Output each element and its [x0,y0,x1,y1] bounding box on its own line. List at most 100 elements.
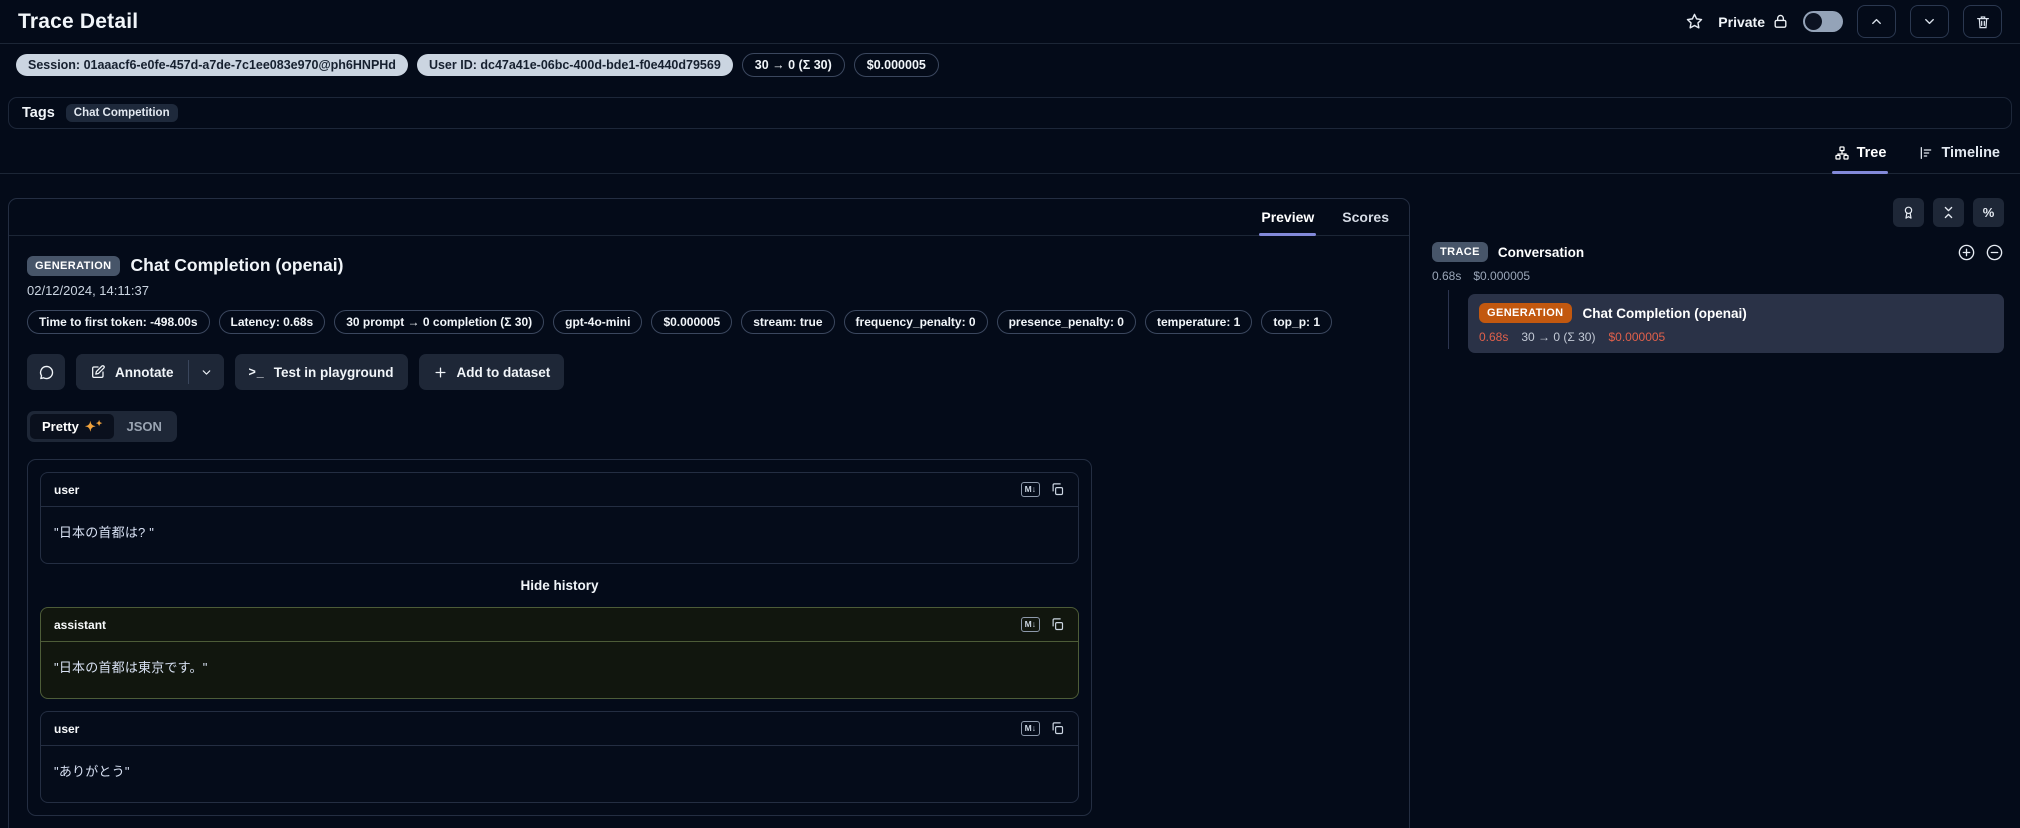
scores-award-button[interactable] [1893,198,1924,227]
generation-cost: $0.000005 [1608,330,1666,344]
timeline-icon [1918,145,1934,161]
observation-panel: Preview Scores GENERATION Chat Completio… [8,198,1410,828]
trace-meta-row: Session: 01aaacf6-e0fe-457d-a7de-7c1ee08… [0,44,2020,85]
chevron-down-icon [1922,14,1937,29]
markdown-toggle-icon[interactable]: M↓ [1020,617,1040,632]
tags-label: Tags [22,105,55,121]
content-area: Preview Scores GENERATION Chat Completio… [0,174,2020,828]
prev-trace-button[interactable] [1857,5,1896,38]
lock-icon [1772,13,1789,30]
tree-toolbar: % [1432,198,2004,227]
add-to-dataset-label: Add to dataset [456,364,551,380]
playground-button[interactable]: >_ Test in playground [234,354,408,390]
ttft-badge: Time to first token: -498.00s [27,310,210,334]
page-title: Trace Detail [18,9,139,33]
tab-scores[interactable]: Scores [1340,199,1391,235]
tab-timeline-label: Timeline [1941,145,2000,161]
markdown-toggle-icon[interactable]: M↓ [1020,721,1040,736]
token-usage-badge: 30 → 0 (Σ 30) [741,53,845,77]
format-toggle: Pretty ✦✦ JSON [27,411,177,442]
trace-latency: 0.68s [1432,269,1462,283]
collapse-minus-icon[interactable] [1985,243,2004,262]
chevron-down-icon [200,366,213,379]
show-metrics-percent-button[interactable]: % [1973,198,2004,227]
generation-node-selected[interactable]: GENERATION Chat Completion (openai) 0.68… [1468,294,2004,353]
terminal-icon: >_ [248,365,265,379]
annotate-split-button: Annotate [76,354,224,390]
tree-icon [1834,145,1850,161]
observation-badges: Time to first token: -498.00s Latency: 0… [27,310,1372,334]
panel-tabs: Preview Scores [9,199,1409,236]
observation-title: Chat Completion (openai) [130,255,344,275]
annotate-label: Annotate [115,364,174,380]
model-badge[interactable]: gpt-4o-mini [553,310,643,334]
trace-metrics: 0.68s $0.000005 [1432,269,2004,283]
presence-penalty-badge: presence_penalty: 0 [996,310,1136,334]
pretty-label: Pretty [42,419,79,434]
trash-icon [1975,14,1991,30]
message-card-user-1: user M↓ "日本の首都は? " [40,472,1079,564]
message-card-assistant: assistant M↓ "日本の首都は東京です。" [40,607,1079,699]
comment-button[interactable] [27,354,65,390]
trace-type-badge: TRACE [1432,242,1488,262]
public-toggle[interactable] [1803,11,1843,32]
chevron-up-icon [1869,14,1884,29]
generation-metrics: 0.68s 30 → 0 (Σ 30) $0.000005 [1479,330,1993,344]
bookmark-star-button[interactable] [1685,12,1704,31]
comment-icon [38,364,55,381]
delete-trace-button[interactable] [1963,5,2002,38]
tags-container: Tags Chat Competition [8,97,2012,129]
plus-icon [433,365,448,380]
cost-badge: $0.000005 [651,310,733,334]
prompt-completion-badge: 30 prompt → 0 completion (Σ 30) [334,310,545,334]
generation-tokens: 30 → 0 (Σ 30) [1521,330,1596,344]
top-bar: Trace Detail Private [0,0,2020,44]
collapse-all-button[interactable] [1933,198,1964,227]
latency-badge: Latency: 0.68s [218,310,326,334]
collapse-vertical-icon [1941,205,1956,220]
tab-preview[interactable]: Preview [1259,199,1317,236]
copy-icon[interactable] [1050,617,1065,632]
top-p-badge: top_p: 1 [1261,310,1333,334]
message-card-user-2: user M↓ "ありがとう" [40,711,1079,803]
format-json-option[interactable]: JSON [114,414,173,439]
trace-node[interactable]: TRACE Conversation [1432,242,2004,262]
tab-tree[interactable]: Tree [1831,137,1889,174]
session-badge[interactable]: Session: 01aaacf6-e0fe-457d-a7de-7c1ee08… [16,54,408,76]
message-role: assistant [54,617,107,632]
generation-name: Chat Completion (openai) [1582,305,1747,321]
award-icon [1901,205,1916,220]
hide-history-button[interactable]: Hide history [40,578,1079,593]
add-to-dataset-button[interactable]: Add to dataset [418,354,565,390]
expand-plus-icon[interactable] [1957,243,1976,262]
temperature-badge: temperature: 1 [1144,310,1253,334]
format-pretty-option[interactable]: Pretty ✦✦ [30,414,115,439]
annotate-button[interactable]: Annotate [76,354,188,390]
generation-latency: 0.68s [1479,330,1509,344]
privacy-label: Private [1718,13,1765,30]
tree-connector-line [1448,290,1449,349]
message-content: "ありがとう" [54,764,130,779]
observation-type-badge: GENERATION [27,255,120,276]
annotate-dropdown-button[interactable] [188,354,224,390]
cost-badge: $0.000005 [853,53,939,77]
tab-timeline[interactable]: Timeline [1916,137,2002,173]
tag-chip[interactable]: Chat Competition [65,104,178,122]
star-icon [1685,12,1704,31]
observation-timestamp: 02/12/2024, 14:11:37 [27,283,149,298]
next-trace-button[interactable] [1910,5,1949,38]
playground-label: Test in playground [273,364,394,380]
message-content: "日本の首都は東京です。" [54,660,208,675]
trace-name[interactable]: Conversation [1498,245,1584,260]
tab-tree-label: Tree [1856,145,1887,161]
user-id-badge[interactable]: User ID: dc47a41e-06bc-400d-bde1-f0e440d… [416,54,733,76]
copy-icon[interactable] [1050,482,1065,497]
message-role: user [54,721,80,736]
generation-type-badge: GENERATION [1479,303,1572,323]
view-tabs: Tree Timeline [0,137,2020,174]
copy-icon[interactable] [1050,721,1065,736]
privacy-control: Private [1718,13,1789,30]
markdown-toggle-icon[interactable]: M↓ [1020,482,1040,497]
trace-tree-sidebar: % TRACE Conversation 0.68s $0.000005 GEN… [1410,198,2004,353]
message-content: "日本の首都は? " [54,525,155,540]
